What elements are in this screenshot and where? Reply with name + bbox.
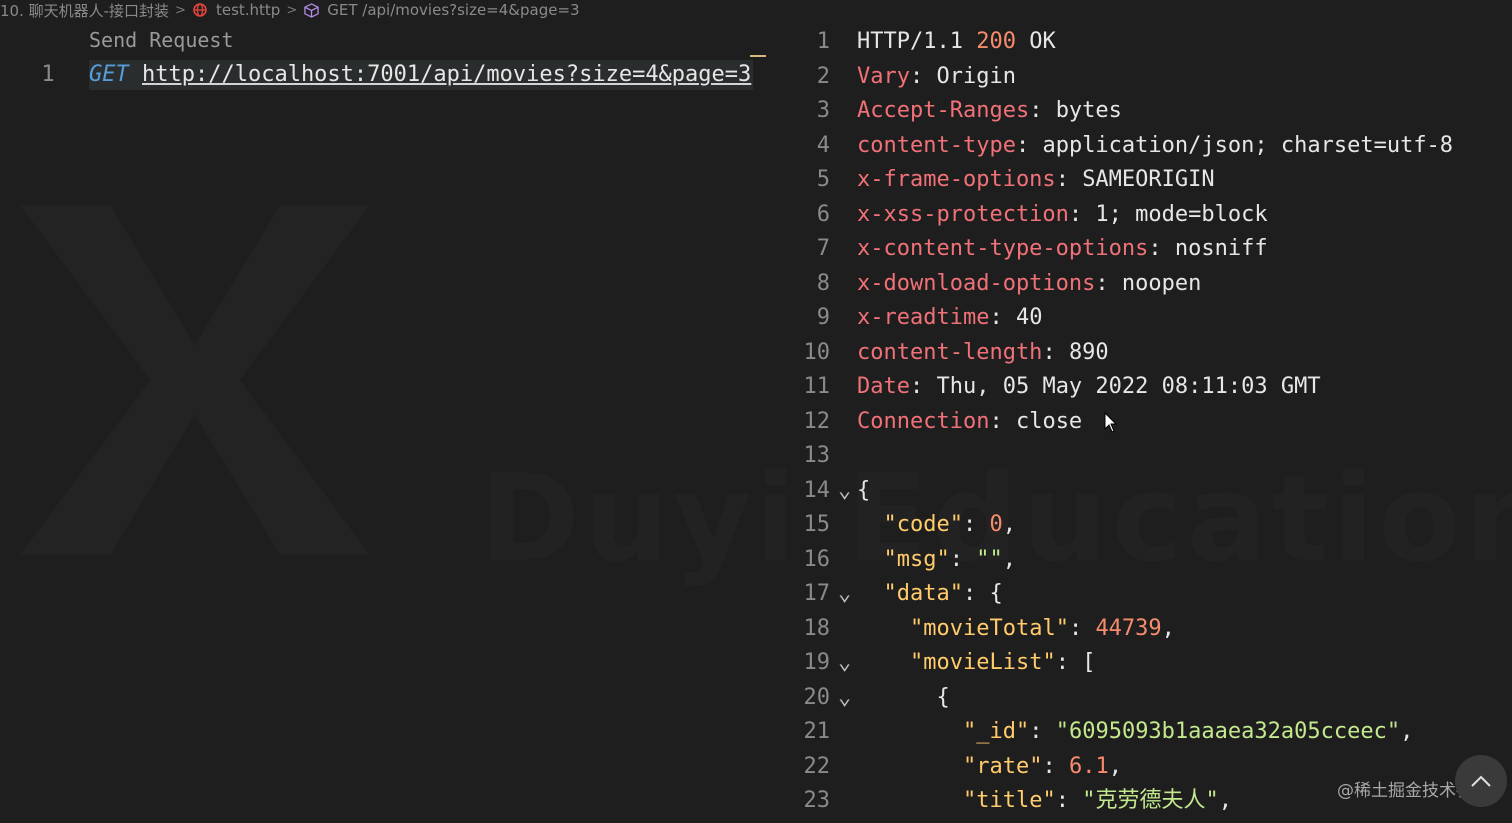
header-value: 40 bbox=[1015, 305, 1043, 330]
chevron-up-icon bbox=[1471, 775, 1491, 787]
send-request-link[interactable]: Send Request bbox=[89, 28, 234, 52]
status-text: OK bbox=[1029, 29, 1056, 54]
response-line: 2 Vary: Origin bbox=[816, 63, 1016, 89]
header-value: SAMEORIGIN bbox=[1082, 167, 1215, 192]
header-name: Vary bbox=[857, 63, 910, 89]
line-number: 1 bbox=[41, 62, 55, 87]
response-line: 11 Date: Thu, 05 May 2022 08:11:03 GMT bbox=[803, 374, 1321, 399]
header-value: Origin bbox=[936, 63, 1016, 89]
breadcrumb: 10. 聊天机器人-接口封装 > test.http > GET /api/mo… bbox=[0, 0, 580, 20]
header-name: Date bbox=[857, 374, 910, 399]
response-line: 19 ⌄ "movieList": [ bbox=[790, 646, 1512, 681]
response-line: 9 x-readtime: 40 bbox=[816, 305, 1043, 330]
json-value: 6.1 bbox=[1068, 753, 1109, 779]
status-protocol: HTTP/1.1 bbox=[857, 29, 963, 54]
response-line: 21 "_id": "6095093b1aaaea32a05cceec", bbox=[803, 719, 1414, 744]
json-key: data bbox=[896, 581, 950, 606]
chevron-right-icon: > bbox=[175, 2, 186, 18]
breadcrumb-folder[interactable]: 10. 聊天机器人-接口封装 bbox=[0, 0, 169, 21]
header-value: 890 bbox=[1068, 339, 1109, 365]
scroll-to-top-button[interactable] bbox=[1455, 755, 1507, 807]
response-viewer[interactable]: 1 HTTP/1.1 200 OK 2 Vary: Origin 3 Accept-R… bbox=[790, 25, 1512, 823]
header-value: application/json; charset=utf-8 bbox=[1042, 132, 1454, 158]
response-line: 16 "msg": "", bbox=[803, 546, 1017, 572]
http-method: GET bbox=[89, 62, 129, 87]
json-value: "克劳德夫人" bbox=[1082, 788, 1219, 813]
mouse-pointer-icon bbox=[1104, 412, 1118, 433]
response-line: 20 ⌄ { bbox=[790, 681, 1512, 716]
request-url[interactable]: http://localhost:7001/api/movies?size=4&… bbox=[142, 62, 751, 87]
header-name: x-content-type-options bbox=[857, 236, 1149, 261]
header-name: x-frame-options bbox=[857, 167, 1056, 192]
header-value: close bbox=[1015, 408, 1083, 434]
breadcrumb-request[interactable]: GET /api/movies?size=4&page=3 bbox=[327, 1, 579, 19]
fold-chevron-icon[interactable]: ⌄ bbox=[838, 577, 858, 612]
warning-marker bbox=[750, 55, 766, 57]
header-name: content-type bbox=[857, 132, 1016, 158]
json-value: "6095093b1aaaea32a05cceec" bbox=[1055, 719, 1401, 744]
response-line: 17 ⌄ "data": { bbox=[790, 577, 1512, 612]
header-value: Thu, 05 May 2022 08:11:03 GMT bbox=[936, 374, 1321, 399]
fold-chevron-icon[interactable]: ⌄ bbox=[838, 646, 858, 681]
header-name: Connection bbox=[857, 408, 990, 434]
header-name: x-readtime bbox=[857, 305, 990, 330]
json-key: rate bbox=[976, 753, 1030, 779]
editor-line[interactable]: 1 GET http://localhost:7001/api/movies?s… bbox=[0, 60, 766, 90]
breadcrumb-file[interactable]: test.http bbox=[216, 1, 280, 19]
fold-chevron-icon[interactable]: ⌄ bbox=[838, 681, 858, 716]
response-line: 13 bbox=[803, 443, 831, 468]
response-line: 1 HTTP/1.1 200 OK bbox=[816, 29, 1056, 54]
response-line: 15 "code": 0, bbox=[803, 512, 1016, 537]
header-name: Accept-Ranges bbox=[857, 98, 1030, 123]
fold-chevron-icon[interactable]: ⌄ bbox=[838, 474, 858, 509]
request-editor[interactable]: Send Request 1 GET http://localhost:7001… bbox=[0, 22, 766, 823]
response-line: 3 Accept-Ranges: bytes bbox=[816, 98, 1122, 123]
response-line: 12 Connection: close bbox=[803, 408, 1083, 434]
response-line: 14 ⌄{ bbox=[790, 474, 1512, 509]
json-key: code bbox=[896, 512, 950, 537]
chevron-right-icon: > bbox=[286, 2, 298, 18]
response-line: 5 x-frame-options: SAMEORIGIN bbox=[816, 167, 1215, 192]
json-key: movieList bbox=[923, 650, 1043, 675]
header-name: x-download-options bbox=[857, 270, 1096, 296]
json-value: 44739 bbox=[1095, 615, 1162, 641]
response-line: 18 "movieTotal": 44739, bbox=[803, 615, 1175, 641]
header-value: bytes bbox=[1055, 98, 1122, 123]
globe-icon bbox=[192, 2, 208, 18]
response-line: 4 content-type: application/json; charset… bbox=[816, 132, 1454, 158]
response-line: 7 x-content-type-options: nosniff bbox=[816, 236, 1268, 261]
header-name: x-xss-protection bbox=[857, 201, 1069, 227]
status-code: 200 bbox=[976, 29, 1016, 54]
json-value: 0 bbox=[989, 512, 1003, 537]
cube-icon bbox=[303, 2, 319, 18]
json-key: _id bbox=[976, 719, 1016, 744]
header-name: content-length bbox=[857, 339, 1043, 365]
header-value: noopen bbox=[1121, 270, 1202, 296]
request-line[interactable]: GET http://localhost:7001/api/movies?siz… bbox=[89, 60, 754, 90]
response-line: 6 x-xss-protection: 1; mode=block bbox=[816, 201, 1268, 227]
header-value: 1; mode=block bbox=[1095, 201, 1268, 227]
json-key: title bbox=[976, 788, 1043, 813]
json-key: msg bbox=[896, 546, 937, 572]
json-key: movieTotal bbox=[923, 615, 1056, 641]
header-value: nosniff bbox=[1174, 236, 1268, 261]
response-line: 10 content-length: 890 bbox=[803, 339, 1109, 365]
json-value: "" bbox=[976, 546, 1003, 572]
response-line: 8 x-download-options: noopen bbox=[816, 270, 1202, 296]
